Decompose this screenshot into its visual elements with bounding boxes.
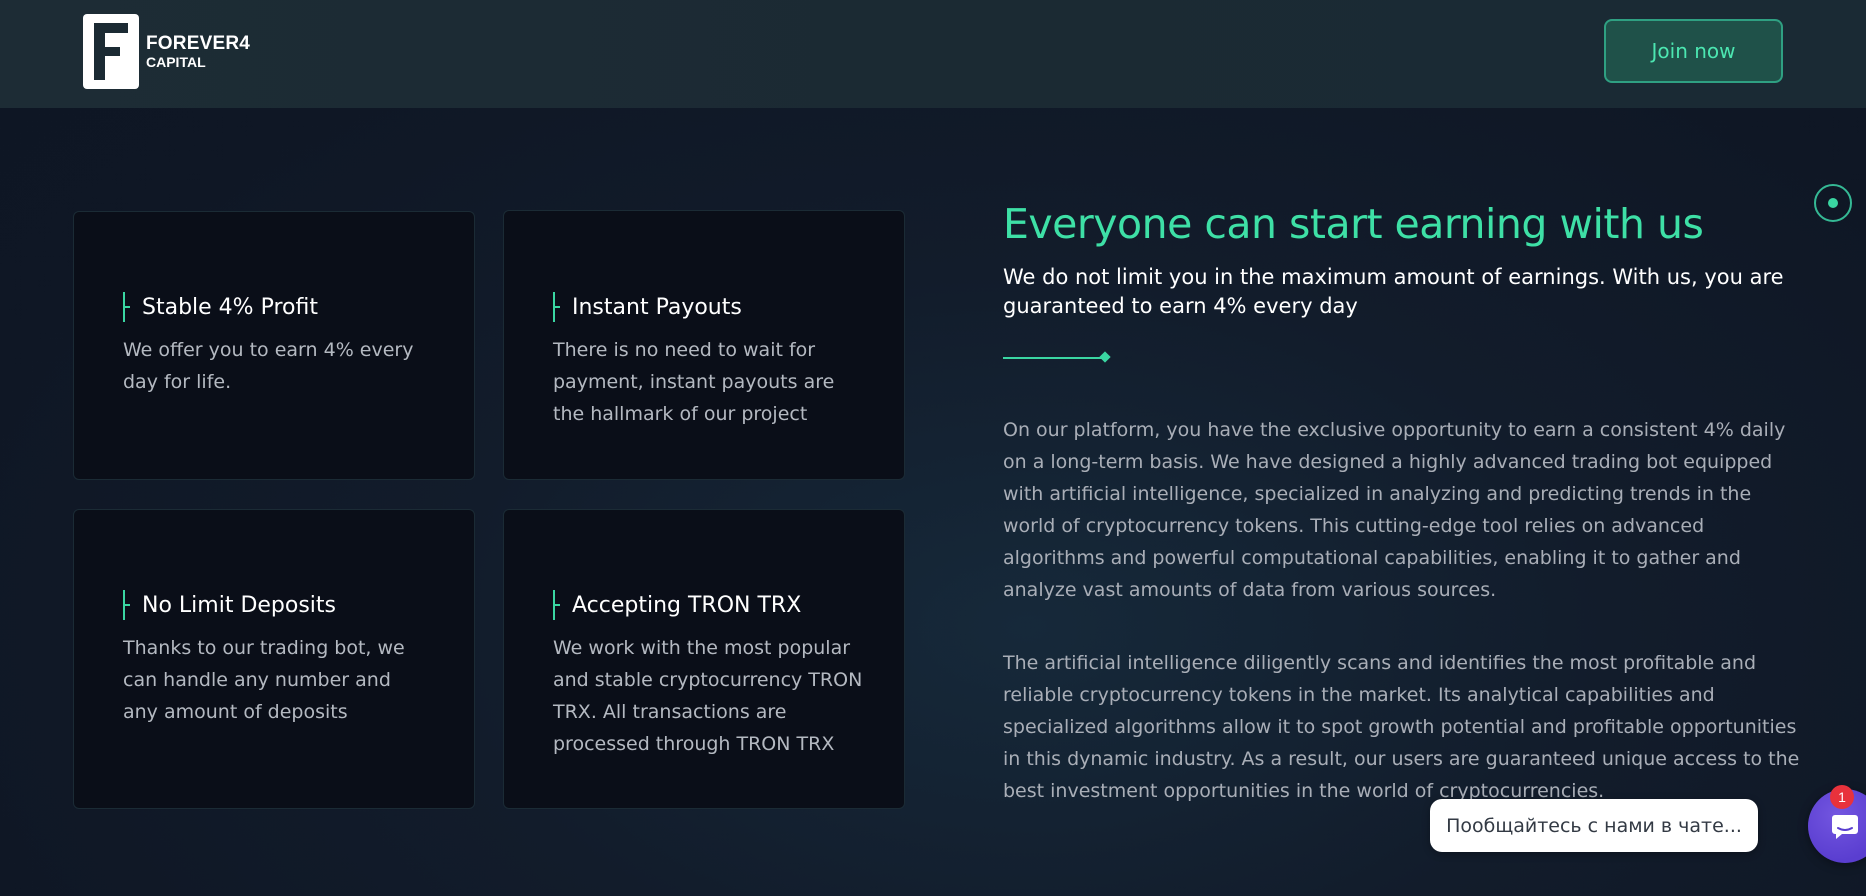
feature-title: Stable 4% Profit bbox=[142, 294, 318, 320]
feature-title-wrap: Stable 4% Profit bbox=[123, 292, 318, 322]
feature-card-profit: Stable 4% Profit We offer you to earn 4%… bbox=[73, 211, 475, 480]
diamond-icon bbox=[1099, 351, 1111, 363]
notification-badge: 1 bbox=[1830, 785, 1854, 809]
feature-title-wrap: No Limit Deposits bbox=[123, 590, 336, 620]
feature-title-wrap: Instant Payouts bbox=[553, 292, 742, 322]
logo-line-1: FOREVER4 bbox=[146, 33, 251, 54]
feature-card-deposits: No Limit Deposits Thanks to our trading … bbox=[73, 509, 475, 809]
logo-line-2: CAPITAL bbox=[146, 54, 206, 70]
accent-bracket-icon bbox=[553, 590, 560, 620]
chat-prompt-bubble[interactable]: Пообщайтесь с нами в чате... bbox=[1430, 799, 1758, 852]
feature-title: No Limit Deposits bbox=[142, 592, 337, 618]
accent-bracket-icon bbox=[123, 292, 130, 322]
divider-line bbox=[1003, 357, 1106, 359]
logo-mark bbox=[83, 14, 139, 89]
join-now-button[interactable]: Join now bbox=[1604, 19, 1783, 83]
scroll-indicator-icon[interactable] bbox=[1814, 184, 1852, 222]
feature-card-payouts: Instant Payouts There is no need to wait… bbox=[503, 210, 905, 480]
feature-text: We work with the most popular and stable… bbox=[553, 637, 863, 755]
feature-text: We offer you to earn 4% every day for li… bbox=[123, 339, 414, 393]
feature-title: Accepting TRON TRX bbox=[572, 592, 802, 618]
section-headline: Everyone can start earning with us bbox=[1003, 200, 1704, 248]
accent-bracket-icon bbox=[553, 292, 560, 322]
body-paragraph-1: On our platform, you have the exclusive … bbox=[1003, 419, 1786, 601]
feature-title-wrap: Accepting TRON TRX bbox=[553, 590, 801, 620]
logo-text: FOREVER4 CAPITAL bbox=[146, 34, 250, 69]
feature-card-tron: Accepting TRON TRX We work with the most… bbox=[503, 509, 905, 809]
feature-text: Thanks to our trading bot, we can handle… bbox=[123, 637, 405, 723]
chat-icon bbox=[1832, 815, 1858, 839]
section-subheadline: We do not limit you in the maximum amoun… bbox=[1003, 265, 1784, 318]
accent-bracket-icon bbox=[123, 590, 130, 620]
body-paragraph-2: The artificial intelligence diligently s… bbox=[1003, 652, 1800, 802]
logo[interactable]: FOREVER4 CAPITAL bbox=[83, 14, 250, 89]
feature-title: Instant Payouts bbox=[572, 294, 742, 320]
site-header: FOREVER4 CAPITAL Join now bbox=[0, 0, 1866, 108]
feature-text: There is no need to wait for payment, in… bbox=[553, 339, 835, 425]
